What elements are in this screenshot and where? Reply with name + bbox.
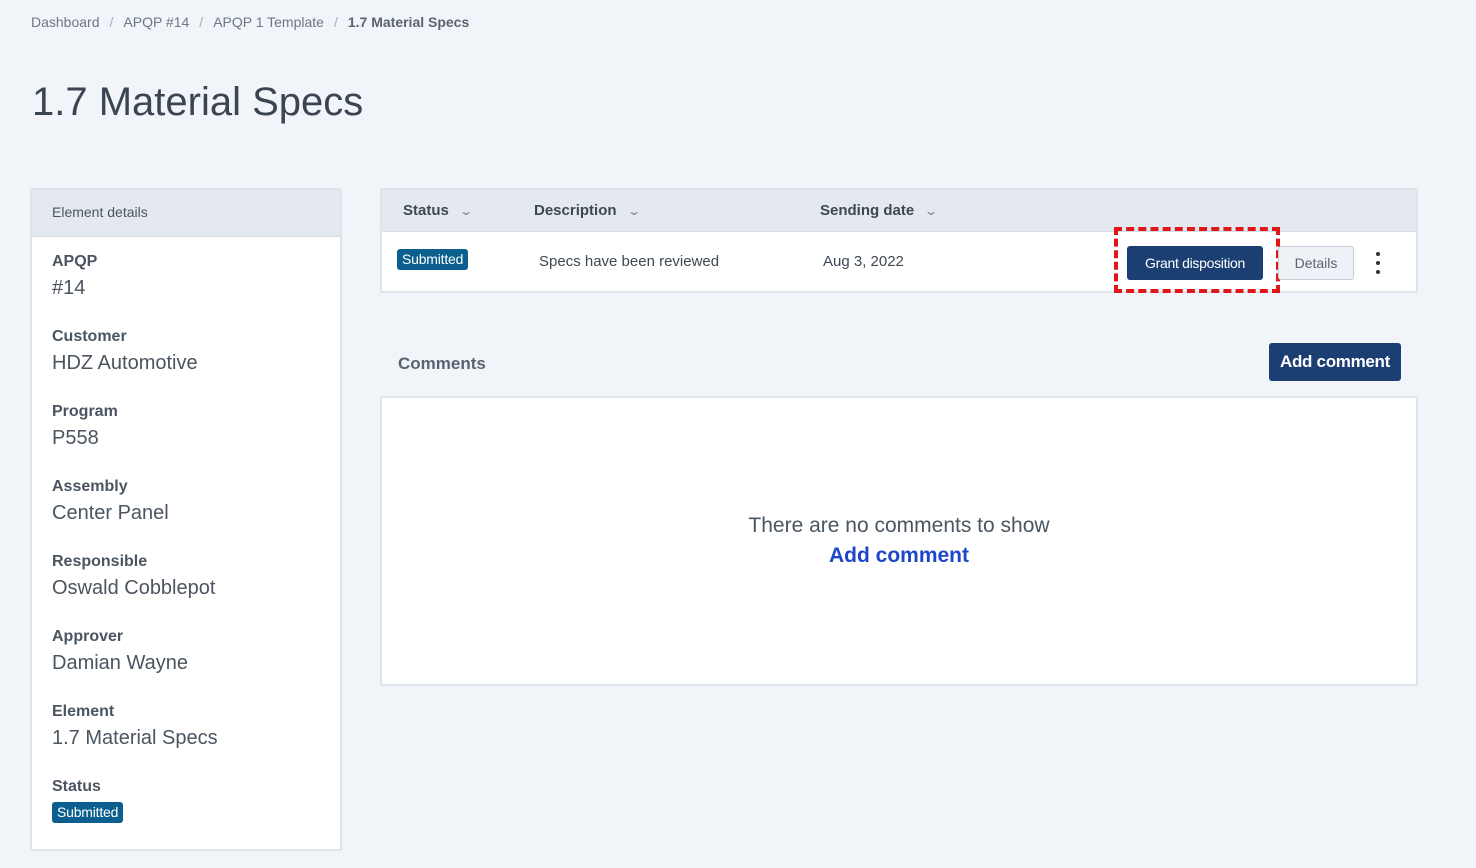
field-label: Approver (52, 628, 124, 645)
field-value: Damian Wayne (52, 652, 188, 674)
field-value: Center Panel (52, 502, 169, 524)
field-value: P558 (52, 427, 99, 449)
breadcrumb-template[interactable]: APQP 1 Template (213, 14, 324, 30)
page-title: 1.7 Material Specs (32, 80, 364, 124)
column-header-label: Description (534, 202, 617, 219)
column-header-label: Sending date (820, 202, 915, 219)
field-label: Assembly (52, 478, 128, 495)
table-row: Submitted Specs have been reviewed Aug 3… (382, 227, 1416, 293)
breadcrumb-apqp[interactable]: APQP #14 (123, 14, 189, 30)
field-apqp: APQP #14 (52, 253, 320, 328)
kebab-dot (1376, 270, 1380, 274)
field-label: APQP (52, 253, 98, 270)
breadcrumb-current: 1.7 Material Specs (347, 14, 470, 30)
breadcrumb: Dashboard / APQP #14 / APQP 1 Template /… (31, 14, 469, 30)
submissions-table: Status ⌄ Description ⌄ Sending date ⌄ Su… (380, 188, 1418, 293)
element-details-header: Element details (32, 190, 340, 237)
empty-comments-text: There are no comments to show (748, 514, 1050, 537)
add-comment-button[interactable]: Add comment (1269, 343, 1401, 381)
field-value: Oswald Cobblepot (52, 577, 216, 599)
chevron-down-icon: ⌄ (458, 203, 473, 218)
field-program: Program P558 (52, 403, 320, 478)
field-label: Element (52, 703, 115, 720)
column-header-status[interactable]: Status ⌄ (403, 202, 473, 219)
description-cell: Specs have been reviewed (539, 253, 720, 270)
table-header: Status ⌄ Description ⌄ Sending date ⌄ (382, 190, 1416, 232)
kebab-dot (1376, 261, 1380, 265)
field-approver: Approver Damian Wayne (52, 628, 320, 703)
breadcrumb-separator: / (109, 14, 114, 30)
details-button[interactable]: Details (1278, 246, 1354, 280)
field-responsible: Responsible Oswald Cobblepot (52, 553, 320, 628)
field-value: #14 (52, 277, 86, 299)
comments-panel: There are no comments to show Add commen… (380, 396, 1418, 686)
sending-date-cell: Aug 3, 2022 (823, 253, 904, 270)
field-label: Program (52, 403, 118, 420)
status-badge: Submitted (397, 249, 469, 270)
more-options-icon[interactable] (1372, 252, 1384, 274)
status-badge: Submitted (52, 802, 124, 823)
field-label: Responsible (52, 553, 148, 570)
breadcrumb-dashboard[interactable]: Dashboard (31, 14, 100, 30)
comments-label: Comments (398, 354, 486, 373)
breadcrumb-separator: / (199, 14, 204, 30)
breadcrumb-separator: / (333, 14, 338, 30)
kebab-dot (1376, 252, 1380, 256)
grant-disposition-button[interactable]: Grant disposition (1127, 246, 1263, 280)
chevron-down-icon: ⌄ (626, 203, 641, 218)
field-assembly: Assembly Center Panel (52, 478, 320, 553)
column-header-sending-date[interactable]: Sending date ⌄ (820, 202, 939, 219)
column-header-label: Status (403, 202, 449, 219)
field-element: Element 1.7 Material Specs (52, 703, 320, 778)
field-label: Status (52, 778, 101, 795)
add-comment-link[interactable]: Add comment (829, 544, 969, 568)
element-details-panel: Element details APQP #14 Customer HDZ Au… (30, 188, 342, 851)
chevron-down-icon: ⌄ (924, 203, 939, 218)
field-value: 1.7 Material Specs (52, 727, 218, 749)
column-header-description[interactable]: Description ⌄ (534, 202, 641, 219)
field-customer: Customer HDZ Automotive (52, 328, 320, 403)
field-label: Customer (52, 328, 127, 345)
element-details-body: APQP #14 Customer HDZ Automotive Program… (32, 237, 340, 853)
field-value: HDZ Automotive (52, 352, 198, 374)
field-status: Status Submitted (52, 778, 320, 853)
